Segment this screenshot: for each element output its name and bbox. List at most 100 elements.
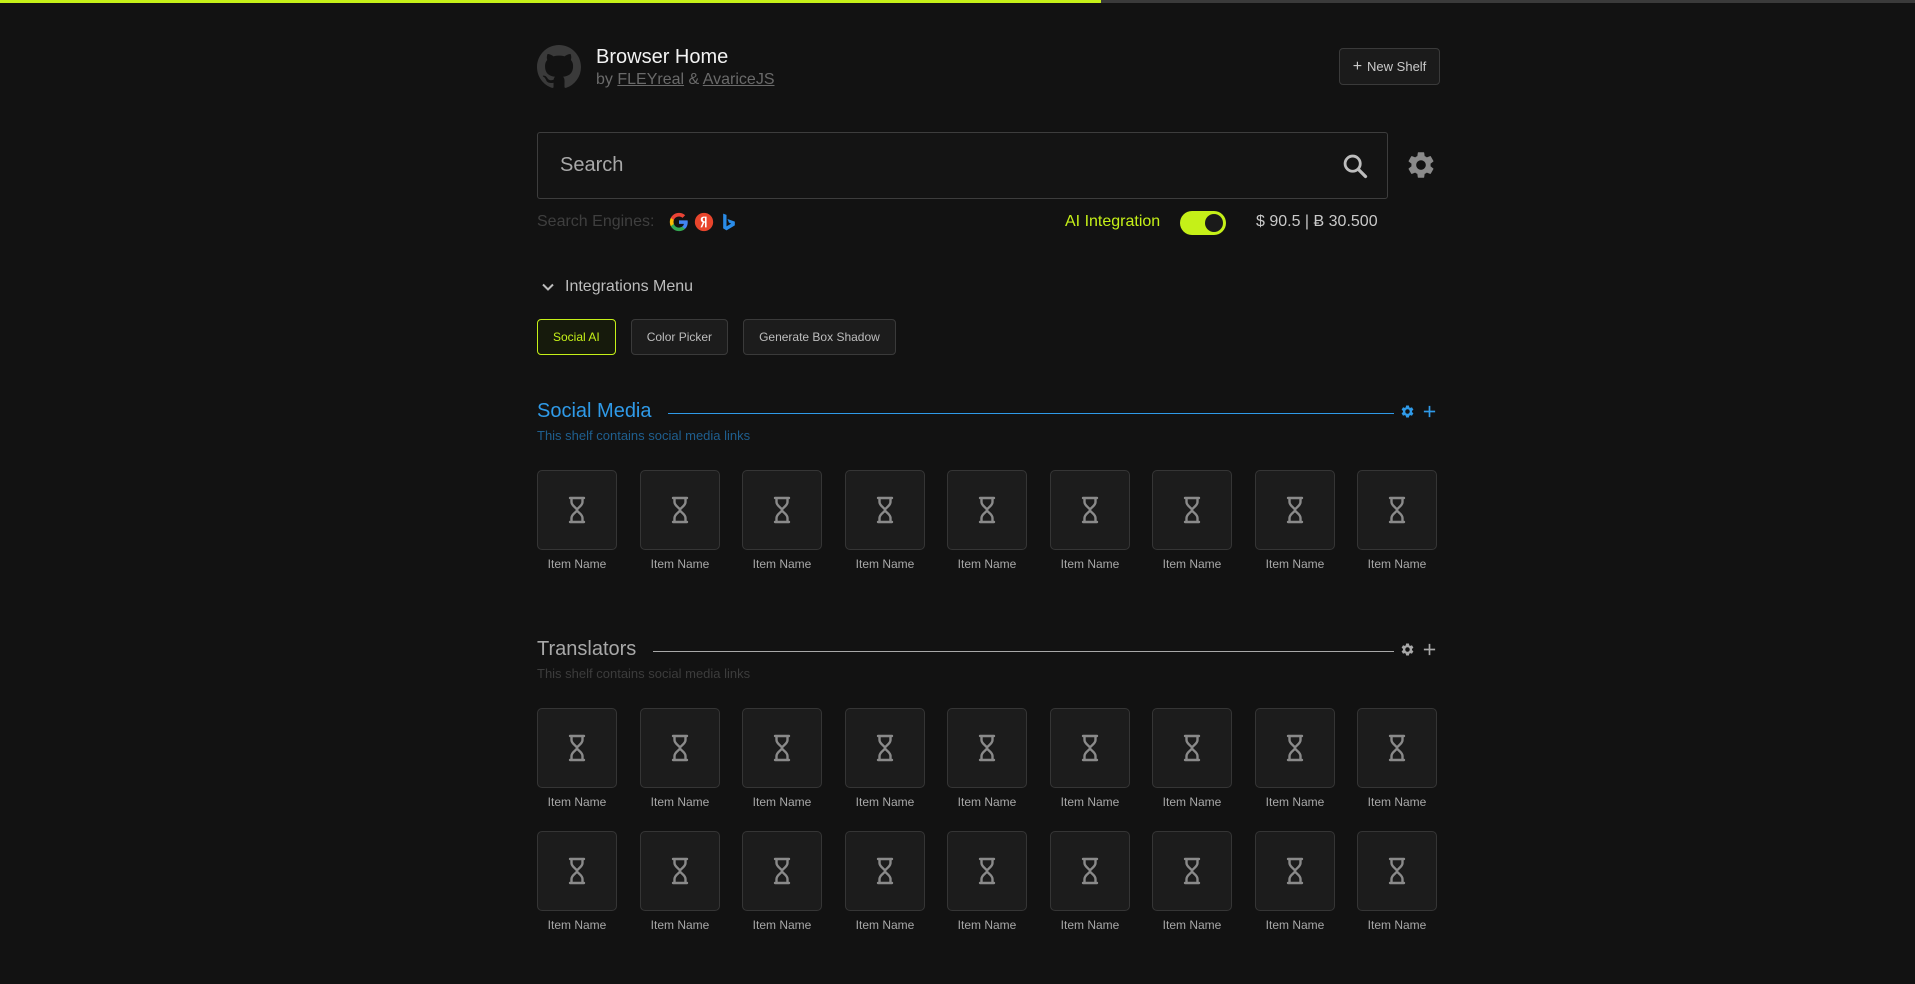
shelf-item-name: Item Name <box>752 557 812 571</box>
shelf-item-tile[interactable] <box>537 708 617 788</box>
shelf-item-tile[interactable] <box>1255 831 1335 911</box>
shelf-item[interactable]: Item Name <box>947 470 1027 571</box>
page-progress-bar <box>0 0 1915 3</box>
shelf-item[interactable]: Item Name <box>1050 470 1130 571</box>
hourglass-icon <box>773 734 791 762</box>
shelf-items-grid: Item Name Item Name Item Name Item Name Item… <box>537 470 1437 593</box>
hourglass-icon <box>568 496 586 524</box>
shelf-item-tile[interactable] <box>1357 470 1437 550</box>
shelf-item-tile[interactable] <box>1050 470 1130 550</box>
shelf-item-tile[interactable] <box>845 470 925 550</box>
shelf-item[interactable]: Item Name <box>537 831 617 932</box>
shelf-item-name: Item Name <box>957 557 1017 571</box>
integration-chips: Social AI Color Picker Generate Box Shad… <box>537 319 896 355</box>
shelf-header: Social Media <box>537 400 1437 426</box>
shelf-item[interactable]: Item Name <box>845 831 925 932</box>
currency-rates: $ 90.5 | Ƀ 30.500 <box>1256 213 1378 230</box>
shelf-item[interactable]: Item Name <box>537 470 617 571</box>
settings-gear-icon[interactable] <box>1405 149 1437 181</box>
shelf-item-name: Item Name <box>1162 918 1222 932</box>
shelf-item-name: Item Name <box>1367 557 1427 571</box>
shelf-item-name: Item Name <box>1060 557 1120 571</box>
shelf-item-tile[interactable] <box>742 708 822 788</box>
chip-color-picker[interactable]: Color Picker <box>630 319 729 355</box>
shelf-item-tile[interactable] <box>1152 708 1232 788</box>
author-link-avaricejs[interactable]: AvariceJS <box>703 71 775 88</box>
shelf-item-tile[interactable] <box>1255 708 1335 788</box>
shelf-item-tile[interactable] <box>947 470 1027 550</box>
shelf-settings-gear-icon[interactable] <box>1400 642 1415 657</box>
shelf-item[interactable]: Item Name <box>1357 470 1437 571</box>
hourglass-icon <box>568 734 586 762</box>
shelf-item-name: Item Name <box>1060 795 1120 809</box>
shelf-item[interactable]: Item Name <box>742 708 822 809</box>
github-logo-icon[interactable] <box>537 45 581 89</box>
shelf-item[interactable]: Item Name <box>640 708 720 809</box>
shelf-item-tile[interactable] <box>1255 470 1335 550</box>
shelf-settings-gear-icon[interactable] <box>1400 404 1415 419</box>
shelf-add-item-plus-icon[interactable] <box>1422 404 1437 419</box>
shelf-item-tile[interactable] <box>537 470 617 550</box>
chip-generate-box-shadow[interactable]: Generate Box Shadow <box>743 319 896 355</box>
shelf-item[interactable]: Item Name <box>742 831 822 932</box>
shelf-item[interactable]: Item Name <box>1152 708 1232 809</box>
shelf-item-name: Item Name <box>752 918 812 932</box>
shelf-item[interactable]: Item Name <box>947 831 1027 932</box>
shelf-item-tile[interactable] <box>1050 831 1130 911</box>
shelf-item[interactable]: Item Name <box>537 708 617 809</box>
shelf-item-tile[interactable] <box>742 831 822 911</box>
shelf-item[interactable]: Item Name <box>845 708 925 809</box>
shelf-item-tile[interactable] <box>1152 831 1232 911</box>
shelf-item-tile[interactable] <box>537 831 617 911</box>
shelf-social-media: Social Media This shelf contains social m… <box>537 400 1437 593</box>
hourglass-icon <box>978 496 996 524</box>
bing-icon[interactable] <box>719 212 739 232</box>
hourglass-icon <box>978 734 996 762</box>
yandex-icon[interactable] <box>694 212 714 232</box>
shelf-item-tile[interactable] <box>640 831 720 911</box>
author-link-fleyreal[interactable]: FLEYreal <box>617 71 684 88</box>
shelf-item-tile[interactable] <box>947 708 1027 788</box>
shelf-description: This shelf contains social media links <box>537 666 751 681</box>
shelf-item-tile[interactable] <box>1152 470 1232 550</box>
byline-amp: & <box>688 71 700 88</box>
shelf-item[interactable]: Item Name <box>845 470 925 571</box>
shelf-item-tile[interactable] <box>640 708 720 788</box>
shelf-item-name: Item Name <box>957 918 1017 932</box>
search-icon[interactable] <box>1341 152 1369 180</box>
shelf-add-item-plus-icon[interactable] <box>1422 642 1437 657</box>
shelf-item-name: Item Name <box>547 918 607 932</box>
shelf-item-name: Item Name <box>1265 557 1325 571</box>
shelf-item-tile[interactable] <box>742 470 822 550</box>
shelf-item[interactable]: Item Name <box>640 831 720 932</box>
shelf-item[interactable]: Item Name <box>1255 831 1335 932</box>
shelf-item-tile[interactable] <box>640 470 720 550</box>
shelf-item[interactable]: Item Name <box>1050 708 1130 809</box>
shelf-item[interactable]: Item Name <box>1255 470 1335 571</box>
hourglass-icon <box>1388 496 1406 524</box>
shelf-item-tile[interactable] <box>947 831 1027 911</box>
shelf-item[interactable]: Item Name <box>947 708 1027 809</box>
shelf-item-tile[interactable] <box>1050 708 1130 788</box>
shelf-item-tile[interactable] <box>845 831 925 911</box>
shelf-item[interactable]: Item Name <box>742 470 822 571</box>
shelf-item[interactable]: Item Name <box>1152 831 1232 932</box>
integrations-menu-toggle[interactable]: Integrations Menu <box>541 276 693 298</box>
google-icon[interactable] <box>669 212 689 232</box>
shelf-item[interactable]: Item Name <box>640 470 720 571</box>
new-shelf-button[interactable]: + New Shelf <box>1339 48 1440 85</box>
shelf-item-tile[interactable] <box>1357 831 1437 911</box>
chip-social-ai[interactable]: Social AI <box>537 319 616 355</box>
hourglass-icon <box>1183 734 1201 762</box>
shelf-item-name: Item Name <box>957 795 1017 809</box>
shelf-item-tile[interactable] <box>845 708 925 788</box>
shelf-item[interactable]: Item Name <box>1357 831 1437 932</box>
shelf-item-tile[interactable] <box>1357 708 1437 788</box>
shelf-translators: Translators This shelf contains social me… <box>537 638 1437 954</box>
shelf-item[interactable]: Item Name <box>1050 831 1130 932</box>
search-input[interactable] <box>560 133 1320 198</box>
shelf-item[interactable]: Item Name <box>1357 708 1437 809</box>
shelf-item[interactable]: Item Name <box>1152 470 1232 571</box>
ai-integration-toggle[interactable] <box>1180 211 1226 235</box>
shelf-item[interactable]: Item Name <box>1255 708 1335 809</box>
